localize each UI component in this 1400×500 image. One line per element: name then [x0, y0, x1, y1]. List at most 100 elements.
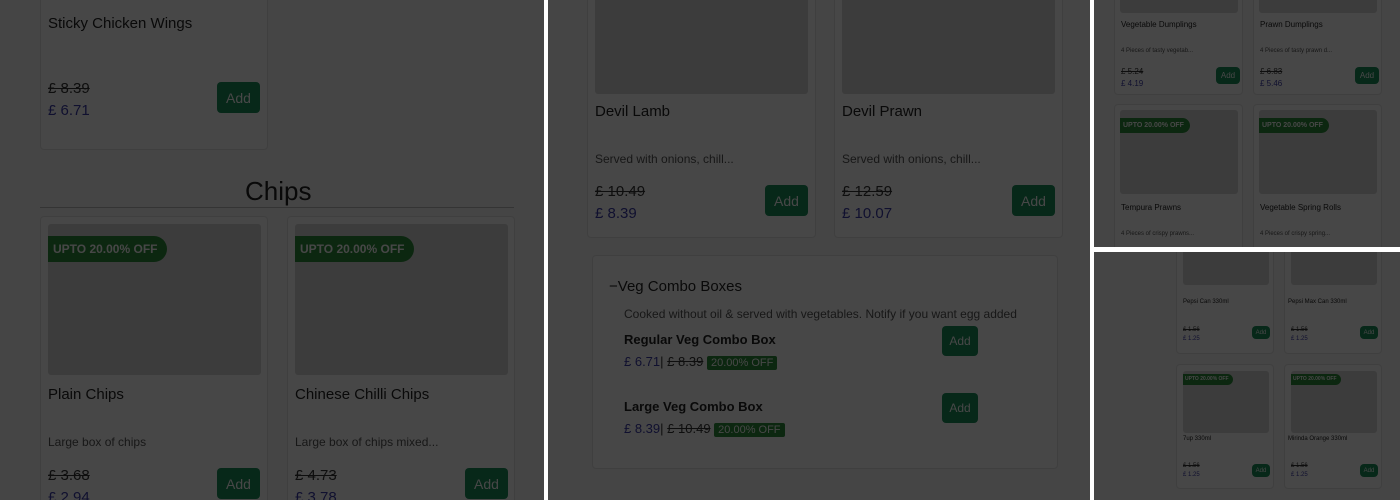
item-image	[1183, 252, 1269, 285]
item-description: 4 Pieces of tasty prawn d...	[1260, 48, 1333, 54]
item-image	[1291, 252, 1377, 285]
item-image	[842, 0, 1055, 94]
item-old-price: £ 12.59	[842, 183, 893, 200]
item-description: 4 Pieces of crispy prawns...	[1121, 231, 1195, 237]
item-old-price: £ 8.39	[48, 80, 90, 97]
discount-badge: UPTO 20.00% OFF	[1120, 118, 1190, 133]
menu-panel-chips: Sticky Chicken Wings £ 8.39 £ 6.71 Add C…	[0, 0, 544, 500]
add-button[interactable]: Add	[1252, 464, 1270, 477]
item-new-price: £ 10.07	[842, 205, 893, 222]
item-name: Prawn Dumplings	[1260, 20, 1323, 29]
item-description: Served with onions, chill...	[842, 152, 981, 166]
combo-item-price: £ 6.71| £ 8.39 20.00% OFF	[624, 354, 778, 370]
menu-panel-drinks: Pepsi Can 330ml £ 1.56 £ 1.25 Add Pepsi …	[1094, 252, 1400, 500]
combo-section-description: Cooked without oil & served with vegetab…	[624, 307, 1017, 321]
menu-panel-devil: Devil Lamb Served with onions, chill... …	[548, 0, 1090, 500]
discount-badge: 20.00% OFF	[714, 423, 785, 437]
add-button[interactable]: Add	[1360, 326, 1378, 339]
combo-item-price: £ 8.39| £ 10.49 20.00% OFF	[624, 421, 785, 437]
item-name: Chinese Chilli Chips	[295, 386, 430, 403]
item-new-price: £ 1.25	[1183, 472, 1200, 478]
item-new-price: £ 4.19	[1121, 79, 1144, 88]
add-button[interactable]: Add	[465, 468, 508, 499]
combo-new-price: £ 6.71	[624, 354, 661, 369]
menu-panel-dumplings: Vegetable Dumplings 4 Pieces of tasty ve…	[1094, 0, 1400, 247]
item-name: Sticky Chicken Wings	[48, 15, 193, 32]
menu-item-card: UPTO 20.00% OFF 7up 330ml £ 1.56 £ 1.25 …	[1176, 364, 1274, 489]
item-old-price: £ 1.56	[1291, 327, 1308, 333]
combo-item-name: Regular Veg Combo Box	[624, 332, 776, 347]
add-button[interactable]: Add	[942, 326, 978, 356]
discount-badge: UPTO 20.00% OFF	[1291, 374, 1341, 385]
item-name: Vegetable Spring Rolls	[1260, 203, 1341, 212]
add-button[interactable]: Add	[1216, 67, 1240, 84]
item-description: Served with onions, chill...	[595, 152, 734, 166]
item-name: Pepsi Max Can 330ml	[1288, 299, 1347, 305]
section-title: Chips	[245, 176, 312, 206]
menu-item-card: UPTO 20.00% OFF Vegetable Spring Rolls 4…	[1253, 104, 1382, 247]
add-button[interactable]: Add	[1252, 326, 1270, 339]
add-button[interactable]: Add	[217, 468, 260, 499]
menu-item-card: UPTO 20.00% OFF Mirinda Orange 330ml £ 1…	[1284, 364, 1382, 489]
combo-section-title: Veg Combo Boxes	[617, 278, 743, 295]
item-image	[1120, 0, 1238, 13]
item-old-price: £ 3.68	[48, 467, 90, 484]
item-new-price: £ 2.94	[48, 489, 90, 500]
add-button[interactable]: Add	[217, 82, 260, 113]
item-name: Plain Chips	[48, 386, 124, 403]
item-name: Pepsi Can 330ml	[1183, 299, 1229, 305]
item-old-price: £ 4.73	[295, 467, 337, 484]
menu-item-card: Pepsi Can 330ml £ 1.56 £ 1.25 Add	[1176, 252, 1274, 354]
item-name: Devil Prawn	[842, 103, 923, 120]
item-name: Mirinda Orange 330ml	[1288, 436, 1348, 442]
item-new-price: £ 8.39	[595, 205, 637, 222]
discount-badge: UPTO 20.00% OFF	[48, 236, 168, 262]
section-divider	[40, 207, 514, 208]
combo-old-price: £ 8.39	[667, 354, 704, 369]
combo-old-price: £ 10.49	[667, 421, 711, 436]
item-name: 7up 330ml	[1183, 436, 1212, 442]
item-image	[1259, 0, 1377, 13]
menu-item-card: Devil Prawn Served with onions, chill...…	[834, 0, 1063, 238]
combo-section: −Veg Combo Boxes Cooked without oil & se…	[592, 255, 1058, 469]
add-button[interactable]: Add	[1360, 464, 1378, 477]
menu-item-card: Devil Lamb Served with onions, chill... …	[587, 0, 816, 238]
discount-badge: UPTO 20.00% OFF	[1259, 118, 1329, 133]
item-description: Large box of chips	[48, 435, 147, 449]
discount-badge: UPTO 20.00% OFF	[295, 236, 415, 262]
combo-item-name: Large Veg Combo Box	[624, 399, 763, 414]
menu-item-card: UPTO 20.00% OFF Chinese Chilli Chips Lar…	[287, 216, 515, 500]
combo-section-header[interactable]: −Veg Combo Boxes	[609, 278, 742, 295]
item-old-price: £ 5.24	[1121, 67, 1144, 76]
item-old-price: £ 6.83	[1260, 67, 1283, 76]
item-new-price: £ 6.71	[48, 102, 90, 119]
menu-item-card: Prawn Dumplings 4 Pieces of tasty prawn …	[1253, 0, 1382, 95]
item-name: Vegetable Dumplings	[1121, 20, 1197, 29]
combo-new-price: £ 8.39	[624, 421, 661, 436]
discount-badge: 20.00% OFF	[706, 356, 778, 370]
item-new-price: £ 1.25	[1291, 472, 1308, 478]
menu-item-card: Pepsi Max Can 330ml £ 1.56 £ 1.25 Add	[1284, 252, 1382, 354]
item-name: Tempura Prawns	[1121, 203, 1182, 212]
item-description: 4 Pieces of tasty vegetab...	[1121, 48, 1194, 54]
item-new-price: £ 5.46	[1260, 79, 1283, 88]
item-new-price: £ 3.78	[295, 489, 337, 500]
item-new-price: £ 1.25	[1291, 336, 1308, 342]
add-button[interactable]: Add	[765, 185, 808, 216]
add-button[interactable]: Add	[942, 393, 978, 423]
menu-item-card: Vegetable Dumplings 4 Pieces of tasty ve…	[1114, 0, 1243, 95]
item-name: Devil Lamb	[595, 103, 671, 120]
collapse-icon[interactable]: −	[609, 278, 618, 295]
item-old-price: £ 1.56	[1183, 463, 1200, 469]
menu-item-card: UPTO 20.00% OFF Tempura Prawns 4 Pieces …	[1114, 104, 1243, 247]
item-description: Large box of chips mixed...	[295, 435, 439, 449]
item-new-price: £ 1.25	[1183, 336, 1200, 342]
discount-badge: UPTO 20.00% OFF	[1183, 374, 1233, 385]
item-image	[595, 0, 808, 94]
menu-item-card: UPTO 20.00% OFF Plain Chips Large box of…	[40, 216, 268, 500]
add-button[interactable]: Add	[1355, 67, 1379, 84]
add-button[interactable]: Add	[1012, 185, 1055, 216]
item-old-price: £ 10.49	[595, 183, 646, 200]
menu-item-card: Sticky Chicken Wings £ 8.39 £ 6.71 Add	[40, 0, 268, 150]
item-old-price: £ 1.56	[1183, 327, 1200, 333]
